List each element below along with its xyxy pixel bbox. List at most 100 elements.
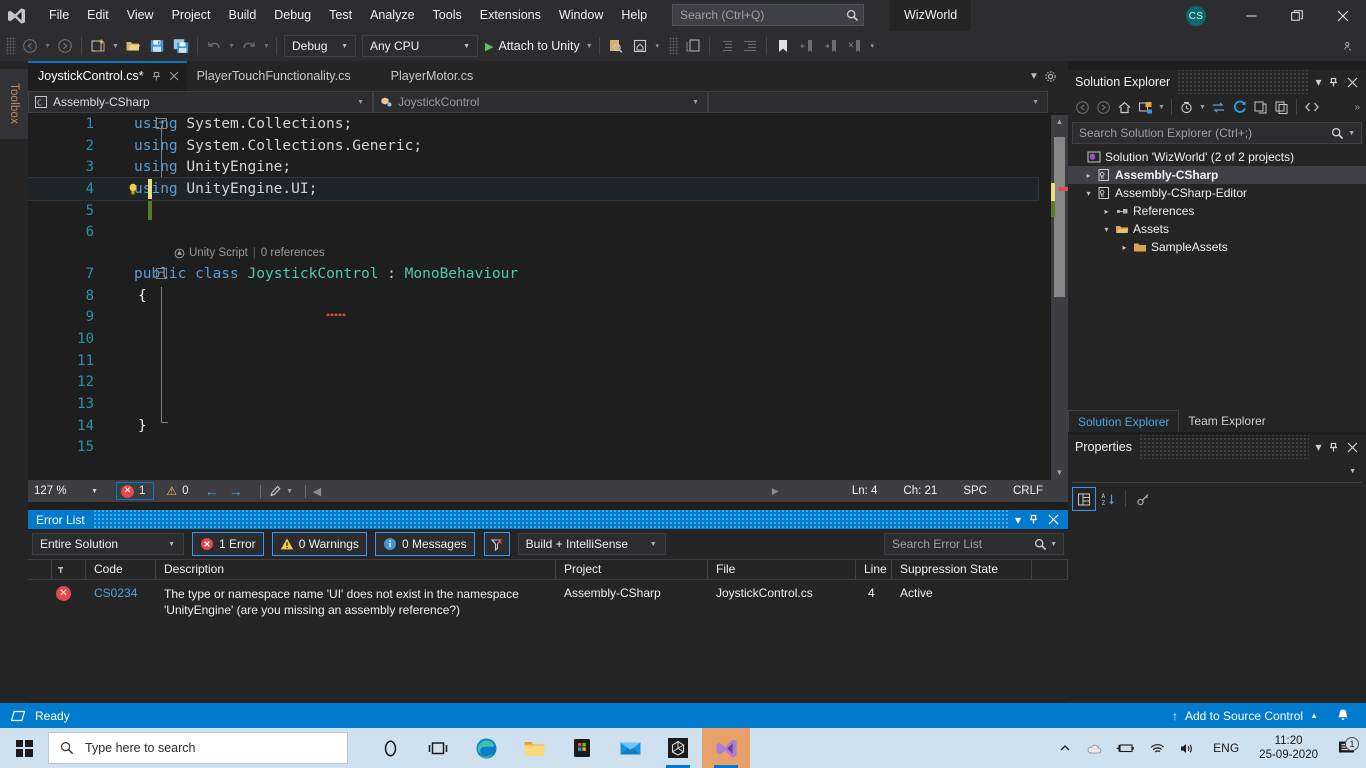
- edge-icon[interactable]: [462, 728, 510, 768]
- new-project-caret-icon[interactable]: ▼: [110, 34, 121, 58]
- toolbox-tab[interactable]: Toolbox: [0, 69, 28, 139]
- expander-icon[interactable]: ▸: [1100, 207, 1113, 216]
- show-all-files-icon[interactable]: [1176, 96, 1197, 118]
- tree-node-sampleassets[interactable]: ▸ SampleAssets: [1068, 238, 1366, 256]
- tab-joystickcontrol[interactable]: JoystickControl.cs*: [28, 61, 187, 91]
- code-line[interactable]: 11: [28, 350, 1038, 372]
- warnings-toggle-button[interactable]: 0 Warnings: [271, 532, 367, 556]
- project-selector-dropdown[interactable]: C Assembly-CSharp ▼: [28, 91, 373, 113]
- pin-icon[interactable]: [1028, 514, 1048, 525]
- gear-icon[interactable]: [1044, 70, 1064, 83]
- codelens-adornment[interactable]: Unity Script | 0 references: [28, 243, 1038, 263]
- tab-team-explorer[interactable]: Team Explorer: [1179, 410, 1274, 432]
- column-header-project[interactable]: Project: [556, 559, 708, 580]
- back-history-caret-icon[interactable]: ▼: [42, 34, 53, 58]
- fold-toggle-icon[interactable]: −: [156, 268, 167, 280]
- toolbar-grip[interactable]: [6, 37, 16, 55]
- expand-icon[interactable]: ▶: [772, 486, 839, 497]
- refresh-icon[interactable]: [1229, 96, 1250, 118]
- pin-icon[interactable]: [1328, 77, 1347, 88]
- expander-icon[interactable]: ▾: [1100, 225, 1113, 234]
- expander-icon[interactable]: ▾: [1082, 189, 1095, 198]
- zoom-level-dropdown[interactable]: 127 % ▼: [28, 485, 106, 497]
- show-hidden-icons[interactable]: [1052, 742, 1078, 754]
- chevron-down-icon[interactable]: ▾: [1008, 513, 1028, 527]
- notification-bell-icon[interactable]: [1336, 708, 1350, 723]
- save-all-icon[interactable]: [169, 34, 193, 58]
- code-lines[interactable]: 1 − using System.Collections; 2 using Sy…: [28, 113, 1039, 480]
- build-filter-dropdown[interactable]: Build + IntelliSense ▼: [517, 533, 666, 555]
- onedrive-icon[interactable]: [1078, 742, 1109, 755]
- column-header-line[interactable]: Line: [856, 559, 892, 580]
- fold-toggle-icon[interactable]: −: [156, 118, 167, 129]
- tab-playermotor[interactable]: PlayerMotor.cs: [381, 61, 482, 91]
- lightbulb-icon[interactable]: [126, 182, 142, 196]
- editor-split-handle[interactable]: ⇕: [1051, 113, 1068, 115]
- tree-node-assets[interactable]: ▾ Assets: [1068, 220, 1366, 238]
- menu-tools[interactable]: Tools: [424, 4, 471, 27]
- chevron-down-icon[interactable]: ▼: [1156, 104, 1167, 111]
- chevron-down-icon[interactable]: ▾: [1309, 75, 1328, 89]
- code-line[interactable]: 1 − using System.Collections;: [28, 113, 1038, 135]
- pending-changes-icon[interactable]: [1135, 96, 1156, 118]
- menu-build[interactable]: Build: [219, 4, 265, 27]
- previous-error-icon[interactable]: ←: [195, 483, 229, 499]
- code-line[interactable]: 9: [28, 307, 1038, 329]
- toolbar-overflow-icon[interactable]: ▾: [867, 34, 878, 58]
- mail-icon[interactable]: [606, 728, 654, 768]
- column-header-description[interactable]: Description: [156, 559, 556, 580]
- home-icon[interactable]: [1114, 96, 1135, 118]
- toolbar-more-icon[interactable]: ▾: [652, 34, 663, 58]
- formatting-caret-icon[interactable]: ▼: [282, 479, 298, 503]
- toolbar-grip-2[interactable]: [668, 37, 679, 55]
- input-language[interactable]: ENG: [1203, 741, 1249, 755]
- error-code[interactable]: CS0234: [86, 586, 156, 600]
- menu-edit[interactable]: Edit: [78, 4, 118, 27]
- restore-button[interactable]: [1274, 0, 1320, 31]
- volume-icon[interactable]: [1172, 742, 1203, 755]
- pin-icon[interactable]: [151, 71, 162, 82]
- code-view-icon[interactable]: [1301, 96, 1322, 118]
- attach-to-unity-button[interactable]: ▶ Attach to Unity: [481, 34, 584, 58]
- tree-node-references[interactable]: ▸ References: [1068, 202, 1366, 220]
- home-icon[interactable]: [628, 34, 652, 58]
- menu-debug[interactable]: Debug: [265, 4, 320, 27]
- code-line[interactable]: 12: [28, 372, 1038, 394]
- next-error-icon[interactable]: →: [229, 483, 253, 499]
- file-explorer-icon[interactable]: [510, 728, 558, 768]
- sync-icon[interactable]: [1208, 96, 1229, 118]
- menu-extensions[interactable]: Extensions: [471, 4, 550, 27]
- panel-drag-area[interactable]: [92, 510, 1008, 529]
- column-header-code[interactable]: Code: [86, 559, 156, 580]
- code-line[interactable]: 6: [28, 221, 1038, 243]
- chevron-down-icon[interactable]: ▼: [1197, 104, 1208, 111]
- properties-object-selector[interactable]: ▼: [1072, 461, 1362, 483]
- account-avatar[interactable]: CS: [1186, 6, 1206, 26]
- collapse-all-icon[interactable]: [1250, 96, 1271, 118]
- next-bookmark-icon[interactable]: [819, 34, 843, 58]
- code-line[interactable]: 10: [28, 328, 1038, 350]
- property-pages-icon[interactable]: [1131, 487, 1155, 511]
- save-icon[interactable]: [145, 34, 169, 58]
- member-selector-dropdown[interactable]: ▼: [708, 91, 1048, 113]
- type-selector-dropdown[interactable]: JoystickControl ▼: [373, 91, 708, 113]
- clear-bookmarks-icon[interactable]: [843, 34, 867, 58]
- bookmark-icon[interactable]: [771, 34, 795, 58]
- close-button[interactable]: [1320, 0, 1366, 31]
- messages-toggle-button[interactable]: 0 Messages: [374, 532, 475, 556]
- chevron-up-icon[interactable]: ▲: [1310, 711, 1318, 720]
- table-row[interactable]: ✕ CS0234 The type or namespace name 'UI'…: [28, 580, 1068, 618]
- taskbar-clock[interactable]: 11:20 25-09-2020: [1249, 734, 1328, 762]
- battery-icon[interactable]: [1109, 742, 1142, 754]
- column-header-severity[interactable]: [52, 559, 86, 580]
- undo-icon[interactable]: [202, 34, 226, 58]
- tab-playertouchfunctionality[interactable]: PlayerTouchFunctionality.cs: [187, 61, 359, 91]
- properties-icon[interactable]: [1271, 96, 1292, 118]
- code-line[interactable]: 3 using UnityEngine;: [28, 156, 1038, 178]
- visual-studio-icon[interactable]: [702, 728, 750, 768]
- unity-icon[interactable]: [654, 728, 702, 768]
- panel-drag-area[interactable]: [1138, 435, 1309, 459]
- close-icon[interactable]: [1347, 442, 1366, 453]
- code-line[interactable]: 5: [28, 200, 1038, 222]
- column-header-gutter[interactable]: [28, 559, 52, 580]
